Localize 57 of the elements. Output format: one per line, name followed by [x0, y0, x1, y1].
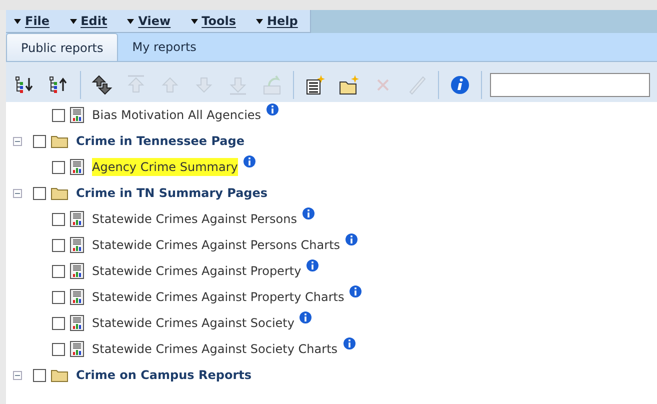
info-icon[interactable] [266, 103, 280, 116]
caret-icon [14, 18, 21, 24]
info-icon[interactable] [342, 337, 356, 350]
menu-item[interactable]: Help [256, 12, 298, 30]
checkbox[interactable] [52, 290, 65, 304]
tab[interactable]: My reports [118, 33, 210, 61]
tab[interactable]: Public reports [6, 33, 118, 61]
report-label[interactable]: Statewide Crimes Against Property [92, 262, 302, 280]
report-icon [70, 107, 84, 123]
report-label[interactable]: Statewide Crimes Against Property Charts [92, 288, 344, 306]
caret-icon [70, 18, 77, 24]
report-icon [70, 341, 84, 357]
report-icon [70, 315, 84, 331]
info-icon[interactable] [349, 285, 362, 298]
caret-icon [256, 18, 263, 24]
report-label[interactable]: Bias Motivation All Agencies [92, 106, 262, 124]
checkbox[interactable] [33, 368, 46, 382]
checkbox[interactable] [33, 134, 46, 148]
folder-icon [51, 368, 68, 382]
collapse-icon[interactable] [13, 188, 22, 198]
folder-icon [51, 186, 68, 200]
collapse-icon[interactable] [13, 370, 22, 380]
caret-icon [190, 18, 198, 24]
folder-label[interactable]: Crime in Tennessee Page [76, 132, 244, 150]
report-label[interactable]: Statewide Crimes Against Persons Charts [92, 236, 340, 254]
checkbox[interactable] [52, 108, 65, 122]
checkbox[interactable] [52, 160, 65, 174]
menu-item[interactable]: View [127, 12, 171, 30]
info-icon[interactable] [302, 207, 315, 220]
folder-icon [51, 134, 68, 148]
checkbox[interactable] [33, 186, 46, 200]
report-label[interactable]: Agency Crime Summary [92, 158, 238, 176]
report-label[interactable]: Statewide Crimes Against Society Charts [92, 340, 338, 358]
report-icon [70, 289, 84, 305]
report-label[interactable]: Statewide Crimes Against Persons [92, 210, 297, 228]
checkbox[interactable] [52, 316, 65, 330]
collapse-icon[interactable] [13, 136, 22, 146]
info-icon[interactable] [242, 155, 256, 168]
info-icon[interactable] [299, 311, 312, 324]
menu-item[interactable]: Edit [70, 12, 108, 30]
search-field[interactable] [490, 72, 650, 96]
report-icon [70, 159, 84, 175]
info-icon[interactable] [306, 259, 320, 272]
checkbox[interactable] [52, 342, 65, 356]
checkbox[interactable] [52, 238, 65, 252]
info-icon[interactable] [345, 233, 358, 246]
menu-item[interactable]: File [14, 12, 50, 30]
menu-item[interactable]: Tools [190, 12, 236, 30]
checkbox[interactable] [52, 264, 65, 278]
caret-icon [127, 18, 134, 24]
report-icon [70, 237, 84, 253]
checkbox[interactable] [52, 212, 65, 226]
report-icon [70, 211, 84, 227]
folder-label[interactable]: Crime in TN Summary Pages [76, 184, 268, 202]
folder-label[interactable]: Crime on Campus Reports [76, 366, 252, 384]
report-icon [70, 263, 84, 279]
report-label[interactable]: Statewide Crimes Against Society [92, 314, 294, 332]
